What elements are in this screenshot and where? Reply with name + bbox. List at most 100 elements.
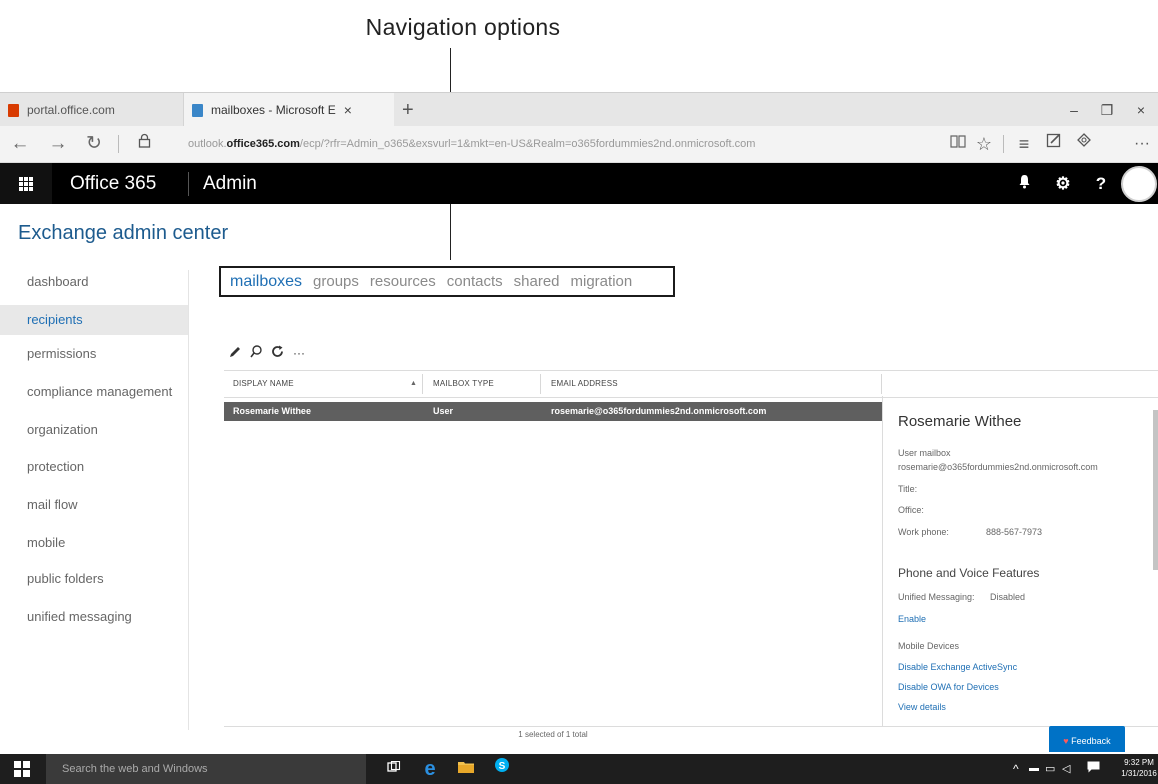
- page-title: Exchange admin center: [18, 222, 229, 244]
- nav-item-organization[interactable]: organization: [0, 415, 188, 445]
- brand-title[interactable]: Office 365: [70, 163, 156, 204]
- close-window-button[interactable]: ×: [1126, 93, 1156, 127]
- settings-gear-icon[interactable]: ⚙: [1044, 163, 1082, 204]
- back-icon[interactable]: ←: [6, 126, 34, 162]
- column-mailbox-type[interactable]: MAILBOX TYPE: [433, 371, 494, 397]
- restore-button[interactable]: ❐: [1092, 93, 1122, 127]
- details-um-label: Unified Messaging:: [898, 592, 975, 602]
- help-icon[interactable]: ?: [1082, 163, 1120, 204]
- app-launcher-icon[interactable]: [0, 163, 52, 204]
- disable-activesync-link[interactable]: Disable Exchange ActiveSync: [898, 662, 1017, 672]
- close-tab-icon[interactable]: ×: [344, 102, 352, 118]
- enable-link[interactable]: Enable: [898, 614, 926, 624]
- details-scrollbar[interactable]: [1153, 410, 1158, 570]
- suite-divider: [188, 172, 189, 196]
- selection-status: 1 selected of 1 total: [518, 730, 588, 739]
- tab-groups[interactable]: groups: [313, 273, 359, 290]
- reading-view-icon[interactable]: [946, 126, 970, 162]
- show-hidden-icons[interactable]: ^: [1013, 754, 1019, 784]
- tab-title: mailboxes - Microsoft E: [211, 103, 336, 117]
- more-icon[interactable]: ···: [1130, 126, 1154, 162]
- nav-item-permissions[interactable]: permissions: [0, 339, 188, 369]
- share-icon[interactable]: [1072, 126, 1096, 162]
- web-note-icon[interactable]: [1042, 126, 1066, 162]
- tab-mailboxes[interactable]: mailboxes - Microsoft E ×: [184, 93, 394, 127]
- edge-browser-icon[interactable]: e: [412, 754, 448, 784]
- search-icon[interactable]: [250, 345, 262, 361]
- toolbar-divider: [1003, 135, 1004, 153]
- nav-item-recipients[interactable]: recipients: [0, 305, 188, 335]
- view-details-link[interactable]: View details: [898, 702, 946, 712]
- refresh-icon[interactable]: ↻: [80, 126, 108, 162]
- refresh-icon[interactable]: [271, 345, 284, 361]
- taskbar-clock[interactable]: 9:32 PM 1/31/2016: [1120, 757, 1158, 779]
- forward-icon[interactable]: →: [44, 126, 72, 162]
- windows-taskbar: Search the web and Windows e S ^ ▬ ▭ ◁ 9…: [0, 754, 1158, 784]
- tab-migration[interactable]: migration: [571, 273, 633, 290]
- task-view-icon[interactable]: [376, 754, 412, 784]
- battery-icon[interactable]: ▬: [1029, 754, 1039, 784]
- windows-start-icon[interactable]: [14, 761, 30, 777]
- nav-divider: [188, 270, 189, 730]
- disable-owa-link[interactable]: Disable OWA for Devices: [898, 682, 999, 692]
- url-field[interactable]: outlook.office365.com/ecp/?rfr=Admin_o36…: [188, 126, 755, 162]
- skype-icon[interactable]: S: [484, 754, 520, 784]
- hub-icon[interactable]: ≡: [1012, 126, 1036, 162]
- tab-title: portal.office.com: [27, 103, 115, 117]
- minimize-button[interactable]: –: [1059, 93, 1089, 127]
- column-email-address[interactable]: EMAIL ADDRESS: [551, 371, 618, 397]
- list-toolbar: ···: [229, 344, 305, 362]
- details-mailbox-kind: User mailbox: [898, 448, 951, 458]
- navigation-options-box: mailboxes groups resources contacts shar…: [219, 266, 675, 297]
- browser-tab-bar: portal.office.com mailboxes - Microsoft …: [0, 92, 1158, 127]
- notifications-bell-icon[interactable]: [1005, 163, 1043, 204]
- address-divider: [118, 135, 119, 153]
- edit-icon[interactable]: [229, 345, 241, 361]
- details-phone-voice-heading: Phone and Voice Features: [898, 566, 1040, 580]
- clock-time: 9:32 PM: [1124, 758, 1154, 767]
- nav-item-unified-messaging[interactable]: unified messaging: [0, 602, 188, 632]
- details-title-label: Title:: [898, 484, 918, 494]
- cell-mailbox-type: User: [433, 406, 454, 416]
- nav-item-dashboard[interactable]: dashboard: [0, 267, 188, 297]
- callout-label: Navigation options: [365, 14, 561, 40]
- svg-text:S: S: [499, 761, 506, 772]
- volume-icon[interactable]: ◁: [1062, 754, 1070, 784]
- tab-portal[interactable]: portal.office.com: [0, 93, 184, 127]
- new-tab-button[interactable]: +: [402, 93, 414, 127]
- details-pane: Rosemarie Withee User mailbox rosemarie@…: [882, 396, 1158, 726]
- nav-item-protection[interactable]: protection: [0, 452, 188, 482]
- cell-display-name: Rosemarie Withee: [233, 406, 311, 416]
- clock-date: 1/31/2016: [1121, 769, 1157, 778]
- nav-item-compliance-management[interactable]: compliance management: [0, 377, 188, 407]
- o365-suite-bar: Office 365 Admin ⚙ ?: [0, 163, 1158, 204]
- more-options-icon[interactable]: ···: [293, 346, 305, 360]
- details-office-label: Office:: [898, 505, 924, 515]
- action-center-icon[interactable]: [1087, 754, 1100, 784]
- favorite-star-icon[interactable]: ☆: [972, 126, 996, 162]
- office-favicon-icon: [8, 103, 19, 117]
- exchange-favicon-icon: [192, 103, 203, 117]
- details-um-value: Disabled: [990, 592, 1026, 602]
- nav-item-mobile[interactable]: mobile: [0, 528, 188, 558]
- table-row[interactable]: Rosemarie Withee User rosemarie@o365ford…: [224, 402, 882, 421]
- file-explorer-icon[interactable]: [448, 754, 484, 784]
- details-work-phone-label: Work phone:: [898, 527, 949, 537]
- network-icon[interactable]: ▭: [1045, 754, 1055, 784]
- column-separator: [881, 374, 882, 394]
- nav-item-public-folders[interactable]: public folders: [0, 564, 188, 594]
- tab-mailboxes[interactable]: mailboxes: [230, 273, 302, 291]
- feedback-button[interactable]: ♥ Feedback: [1049, 726, 1125, 752]
- column-display-name[interactable]: DISPLAY NAME: [233, 371, 294, 397]
- avatar[interactable]: [1121, 166, 1157, 202]
- tab-resources[interactable]: resources: [370, 273, 436, 290]
- column-separator: [422, 374, 423, 394]
- details-email: rosemarie@o365fordummies2nd.onmicrosoft.…: [898, 462, 1098, 472]
- tab-contacts[interactable]: contacts: [447, 273, 503, 290]
- app-title: Admin: [203, 173, 257, 194]
- tab-shared[interactable]: shared: [514, 273, 560, 290]
- taskbar-search-box[interactable]: Search the web and Windows: [46, 754, 366, 784]
- cell-email: rosemarie@o365fordummies2nd.onmicrosoft.…: [551, 406, 767, 416]
- nav-item-mail-flow[interactable]: mail flow: [0, 490, 188, 520]
- grid-header: DISPLAY NAME ▲ MAILBOX TYPE EMAIL ADDRES…: [224, 370, 1158, 398]
